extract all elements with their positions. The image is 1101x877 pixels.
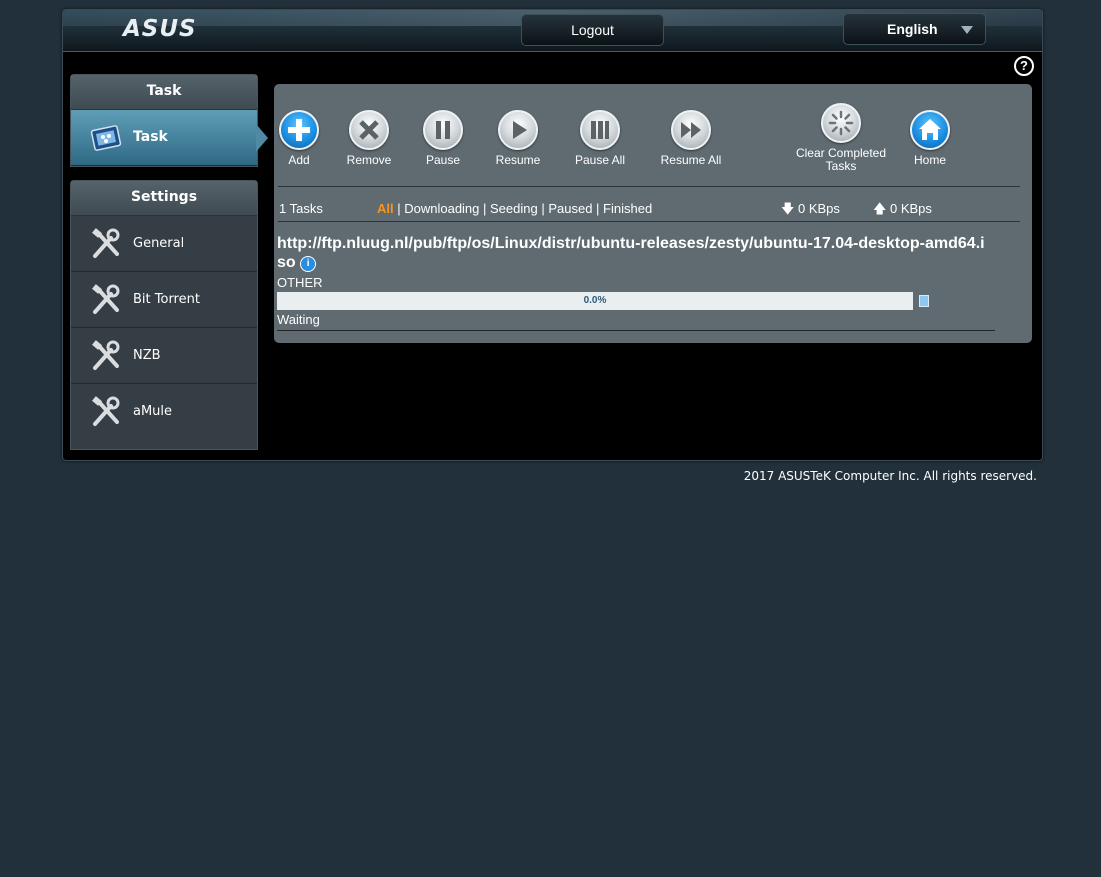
clear-completed-button[interactable]: Clear Completed Tasks [792, 103, 890, 173]
sidebar-item-task[interactable]: Task [71, 110, 257, 166]
active-indicator [256, 124, 268, 152]
task-url: http://ftp.nluug.nl/pub/ftp/os/Linux/dis… [277, 235, 985, 271]
task-icon [90, 125, 122, 151]
filter-downloading[interactable]: Downloading [404, 201, 479, 216]
logout-button[interactable]: Logout [521, 14, 664, 46]
fast-forward-icon [671, 110, 711, 150]
resume-all-button[interactable]: Resume All [658, 110, 724, 167]
top-bar: ASUS Logout English [63, 10, 1042, 52]
home-icon [910, 110, 950, 150]
divider [278, 186, 1020, 187]
pause-all-button[interactable]: Pause All [572, 110, 628, 167]
sidebar-item-nzb[interactable]: NZB [71, 328, 257, 384]
progress-text: 0.0% [583, 295, 607, 306]
sidebar-item-label: aMule [133, 404, 173, 419]
resume-button[interactable]: Resume [493, 110, 543, 167]
spinner-icon [821, 103, 861, 143]
wrench-icon [92, 228, 120, 258]
filter-paused[interactable]: Paused [548, 201, 592, 216]
pause-button[interactable]: Pause [421, 110, 465, 167]
home-button[interactable]: Home [908, 110, 952, 167]
sidebar-item-label: General [133, 236, 185, 251]
divider [277, 330, 995, 331]
add-button[interactable]: Add [279, 110, 319, 167]
asus-logo: ASUS [123, 16, 197, 42]
task-count: 1 Tasks [279, 201, 323, 216]
plus-icon [279, 110, 319, 150]
copyright: 2017 ASUSTeK Computer Inc. All rights re… [743, 469, 1037, 483]
language-label: English [887, 21, 938, 37]
settings-menu: Settings General Bit Torrent NZB aMule [70, 180, 258, 450]
trash-icon[interactable] [919, 295, 929, 307]
app-frame: ASUS Logout English ? Task Task Settings [62, 9, 1043, 461]
help-icon[interactable]: ? [1014, 56, 1034, 76]
upload-arrow-icon: 🡅 [873, 201, 887, 216]
divider [278, 221, 1020, 222]
wrench-icon [92, 396, 120, 426]
pause-all-icon [580, 110, 620, 150]
play-icon [498, 110, 538, 150]
sidebar-item-label: Bit Torrent [133, 292, 200, 307]
filter-all[interactable]: All [377, 201, 394, 216]
wrench-icon [92, 340, 120, 370]
remove-x-icon [349, 110, 389, 150]
task-type: OTHER [277, 275, 323, 290]
filter-bar: All | Downloading | Seeding | Paused | F… [377, 201, 653, 216]
task-status: Waiting [277, 312, 320, 327]
download-arrow-icon: 🡇 [781, 201, 795, 216]
upload-speed: 🡅 0 KBps [873, 201, 932, 216]
task-progress-bar: 0.0% [277, 292, 913, 310]
task-item[interactable]: http://ftp.nluug.nl/pub/ftp/os/Linux/dis… [277, 234, 992, 272]
task-menu: Task Task [70, 74, 258, 167]
filter-finished[interactable]: Finished [603, 201, 652, 216]
settings-menu-title: Settings [71, 181, 257, 216]
task-panel: Add Remove Pause Resume Pause All Resume… [274, 84, 1032, 343]
info-icon[interactable]: i [300, 256, 317, 272]
sidebar-item-label: NZB [133, 348, 161, 363]
sidebar-item-bittorrent[interactable]: Bit Torrent [71, 272, 257, 328]
download-speed: 🡇 0 KBps [781, 201, 840, 216]
sidebar-item-general[interactable]: General [71, 216, 257, 272]
wrench-icon [92, 284, 120, 314]
filter-seeding[interactable]: Seeding [490, 201, 538, 216]
sidebar-item-amule[interactable]: aMule [71, 384, 257, 439]
sidebar-item-label: Task [133, 129, 168, 145]
pause-icon [423, 110, 463, 150]
task-menu-title: Task [71, 75, 257, 110]
chevron-down-icon [961, 26, 973, 34]
remove-button[interactable]: Remove [344, 110, 394, 167]
language-select[interactable]: English [843, 13, 986, 45]
